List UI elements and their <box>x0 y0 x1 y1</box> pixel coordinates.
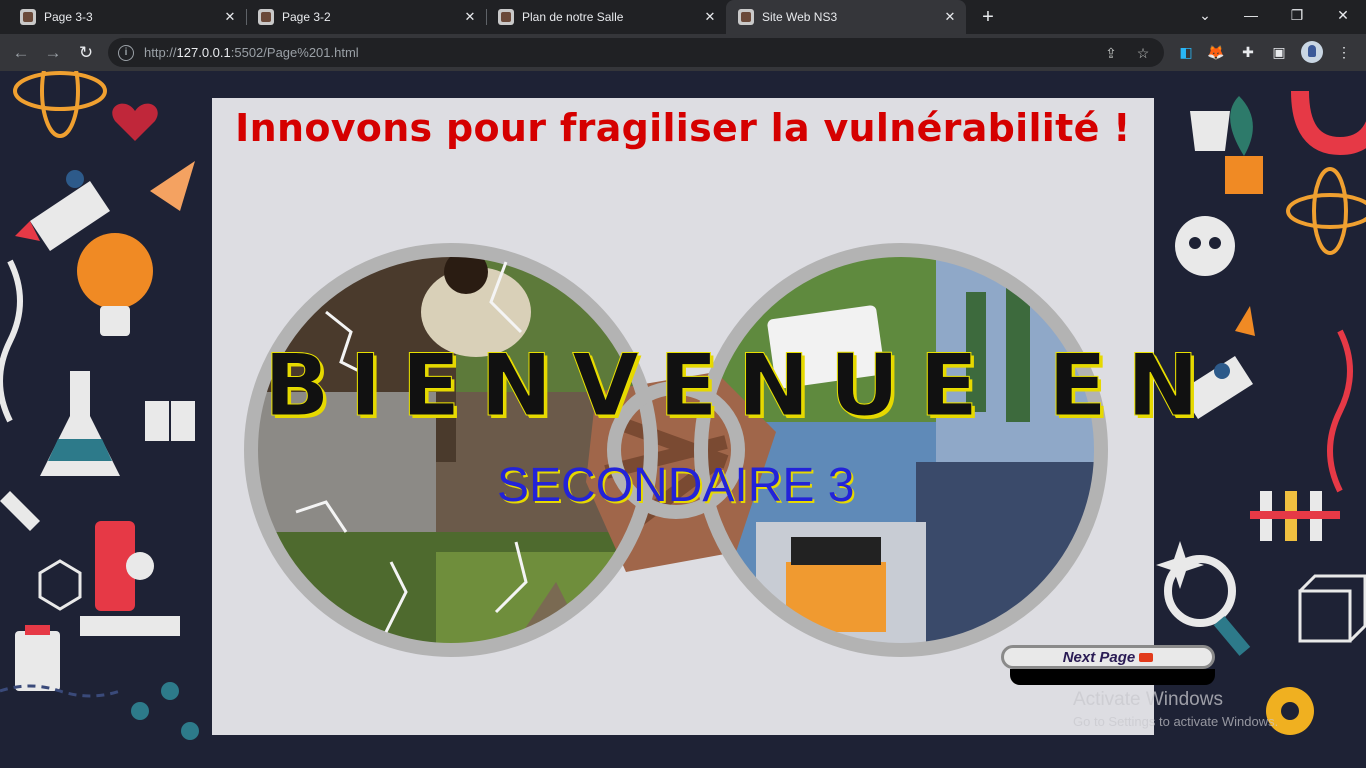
heart-icon <box>112 103 158 141</box>
activate-windows-title: Activate Windows <box>1073 689 1223 710</box>
atom-icon <box>13 71 107 138</box>
restore-button[interactable]: ❐ <box>1274 0 1320 30</box>
tab-label: Site Web NS3 <box>762 10 838 24</box>
cube-icon <box>1298 574 1366 643</box>
side-panel-icon[interactable]: ▣ <box>1269 42 1289 62</box>
minimize-button[interactable]: — <box>1228 0 1274 30</box>
tab-label: Page 3-2 <box>282 10 331 24</box>
book-icon <box>145 401 195 441</box>
atom-icon <box>1286 167 1366 255</box>
page-viewport: Innovons pour fragiliser la vulnérabilit… <box>0 71 1366 768</box>
welcome-heading: BIENVENUE EN <box>264 336 1219 437</box>
paper-plane-icon <box>150 161 195 211</box>
pointing-hand-icon <box>1139 652 1154 662</box>
clipboard-icon <box>15 625 60 691</box>
address-bar[interactable]: i http://127.0.0.1:5502/Page%201.html ⇪ … <box>108 38 1164 67</box>
next-button-shadow <box>1010 669 1215 685</box>
url-text[interactable]: http://127.0.0.1:5502/Page%201.html <box>144 45 359 60</box>
bookmark-star-icon[interactable]: ☆ <box>1134 44 1152 62</box>
close-icon[interactable]: ✕ <box>462 9 478 25</box>
extension-translate-icon[interactable]: ◧ <box>1176 42 1196 62</box>
dna-icon <box>0 259 23 423</box>
hero-panel: Innovons pour fragiliser la vulnérabilit… <box>212 98 1199 735</box>
browser-toolbar: ← → ↻ i http://127.0.0.1:5502/Page%201.h… <box>0 34 1366 71</box>
site-favicon-icon <box>20 9 36 25</box>
tab-strip: Page 3-3 ✕ Page 3-2 ✕ Plan de notre Sall… <box>0 0 1366 34</box>
close-icon[interactable]: ✕ <box>942 9 958 25</box>
site-info-icon[interactable]: i <box>118 44 134 61</box>
lightbulb-icon <box>77 233 153 336</box>
profile-avatar[interactable] <box>1301 41 1323 63</box>
tab-page-3-3[interactable]: Page 3-3 ✕ <box>0 0 246 34</box>
back-button[interactable]: ← <box>8 40 34 66</box>
tab-site-web-ns3[interactable]: Site Web NS3 ✕ <box>726 0 966 34</box>
site-favicon-icon <box>738 9 754 25</box>
tab-label: Page 3-3 <box>44 10 93 24</box>
wrench-icon <box>0 491 40 531</box>
infinity-photo-collage <box>244 243 1108 657</box>
sparkle-icon <box>1156 541 1204 589</box>
class-subtitle: SECONDAIRE 3 <box>497 459 855 512</box>
tab-plan-salle[interactable]: Plan de notre Salle ✕ <box>486 0 726 34</box>
tab-page-3-2[interactable]: Page 3-2 ✕ <box>246 0 486 34</box>
slogan-heading: Innovons pour fragiliser la vulnérabilit… <box>235 106 1131 150</box>
extensions-puzzle-icon[interactable]: ✚ <box>1238 42 1258 62</box>
site-favicon-icon <box>258 9 274 25</box>
share-icon[interactable]: ⇪ <box>1102 44 1120 62</box>
site-favicon-icon <box>498 9 514 25</box>
microscope-icon <box>80 521 180 636</box>
new-tab-button[interactable]: + <box>976 5 1000 29</box>
dna-icon <box>1327 329 1353 493</box>
next-page-button[interactable]: Next Page <box>1001 645 1215 669</box>
test-tubes-icon <box>1250 491 1340 541</box>
molecule-balls-icon <box>131 682 199 740</box>
next-page-label: Next Page <box>1062 648 1136 666</box>
magnet-icon <box>1291 90 1366 156</box>
tab-label: Plan de notre Salle <box>522 10 624 24</box>
skull-icon <box>1175 216 1235 276</box>
close-icon[interactable]: ✕ <box>222 9 238 25</box>
activate-windows-subtitle: Go to Settings to activate Windows. <box>1073 714 1279 729</box>
plant-icon <box>1225 96 1263 194</box>
menu-kebab-icon[interactable]: ⋮ <box>1334 42 1354 62</box>
bulb-icon <box>1190 111 1230 151</box>
extension-metamask-icon[interactable]: 🦊 <box>1206 42 1226 62</box>
reload-button[interactable]: ↻ <box>73 40 99 66</box>
forward-button[interactable]: → <box>40 40 66 66</box>
tab-search-icon[interactable]: ⌄ <box>1182 0 1228 30</box>
molecule-icon <box>38 559 82 611</box>
close-window-button[interactable]: ✕ <box>1320 0 1366 30</box>
close-icon[interactable]: ✕ <box>702 9 718 25</box>
flask-icon <box>40 371 120 476</box>
